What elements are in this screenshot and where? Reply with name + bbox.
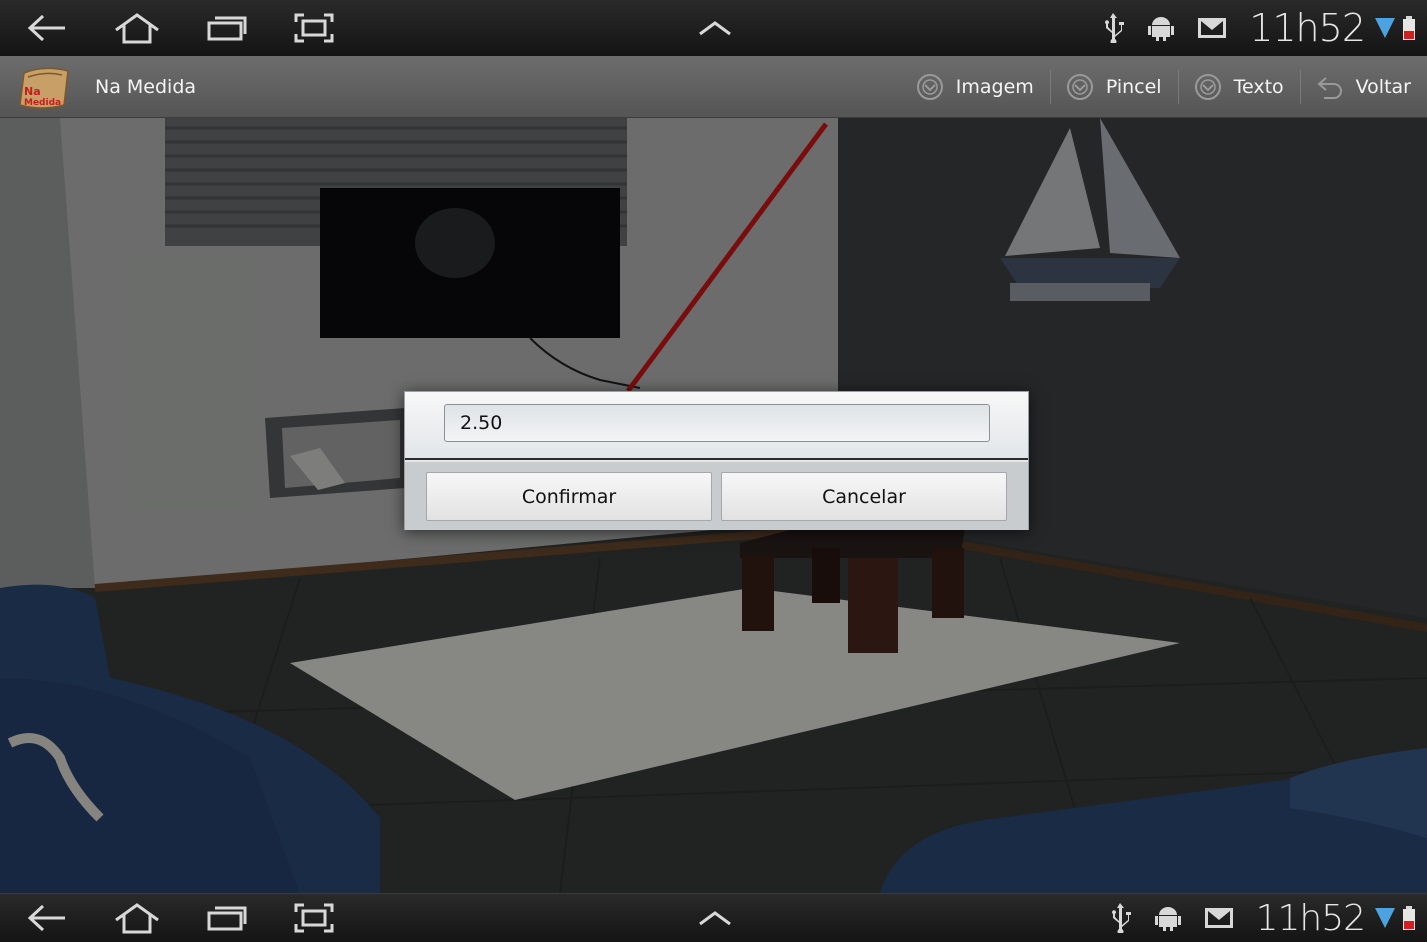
- gmail-icon: [1204, 908, 1233, 928]
- action-pincel[interactable]: Pincel: [1049, 56, 1178, 118]
- gmail-icon: [1198, 18, 1227, 38]
- screenshot-icon[interactable]: [279, 0, 349, 56]
- back-icon[interactable]: [12, 0, 82, 56]
- action-pincel-label: Pincel: [1105, 76, 1162, 98]
- dropdown-circle-icon: [1066, 74, 1093, 100]
- recent-apps-icon[interactable]: [192, 894, 262, 942]
- screenshot-icon[interactable]: [279, 894, 349, 942]
- status-area: 11h52: [1103, 0, 1415, 56]
- action-voltar[interactable]: Voltar: [1299, 56, 1427, 118]
- up-chevron-icon[interactable]: [690, 894, 740, 942]
- cancel-button[interactable]: Cancelar: [721, 472, 1007, 521]
- action-imagem[interactable]: Imagem: [900, 56, 1050, 118]
- system-bar-top: 11h52: [0, 0, 1427, 56]
- svg-text:Medida: Medida: [24, 98, 61, 108]
- svg-text:Na: Na: [24, 85, 41, 98]
- wifi-icon: [1375, 908, 1395, 928]
- undo-icon: [1317, 77, 1342, 99]
- wifi-icon: [1375, 18, 1395, 38]
- confirm-button[interactable]: Confirmar: [426, 472, 712, 521]
- dropdown-circle-icon: [1194, 74, 1221, 100]
- dropdown-circle-icon: [916, 74, 943, 100]
- system-bar-bottom: 11h52: [0, 893, 1427, 942]
- measure-dialog: Confirmar Cancelar: [404, 391, 1029, 530]
- action-menu: Imagem Pincel Texto Voltar: [900, 56, 1427, 118]
- action-texto-label: Texto: [1233, 76, 1284, 98]
- action-texto[interactable]: Texto: [1177, 56, 1300, 118]
- home-icon[interactable]: [102, 0, 172, 56]
- recent-apps-icon[interactable]: [192, 0, 262, 56]
- android-debug-icon: [1148, 17, 1175, 41]
- action-voltar-label: Voltar: [1355, 76, 1411, 98]
- clock: 11h52: [1255, 897, 1366, 939]
- app-logo[interactable]: Na Medida: [18, 65, 74, 111]
- action-imagem-label: Imagem: [955, 76, 1034, 98]
- usb-icon: [1111, 903, 1131, 933]
- action-bar: Na Medida Na Medida Imagem Pincel Texto …: [0, 56, 1427, 118]
- status-area: 11h52: [1110, 894, 1415, 942]
- android-debug-icon: [1154, 907, 1181, 931]
- measure-value-input[interactable]: [444, 404, 990, 442]
- usb-icon: [1105, 13, 1125, 43]
- home-icon[interactable]: [102, 894, 172, 942]
- clock: 11h52: [1249, 6, 1366, 50]
- app-title: Na Medida: [95, 76, 197, 98]
- up-chevron-icon[interactable]: [690, 0, 740, 56]
- battery-icon: [1403, 906, 1415, 930]
- dialog-content: [405, 392, 1028, 460]
- dialog-buttons: Confirmar Cancelar: [405, 462, 1028, 530]
- battery-icon: [1403, 16, 1415, 40]
- back-icon[interactable]: [12, 894, 82, 942]
